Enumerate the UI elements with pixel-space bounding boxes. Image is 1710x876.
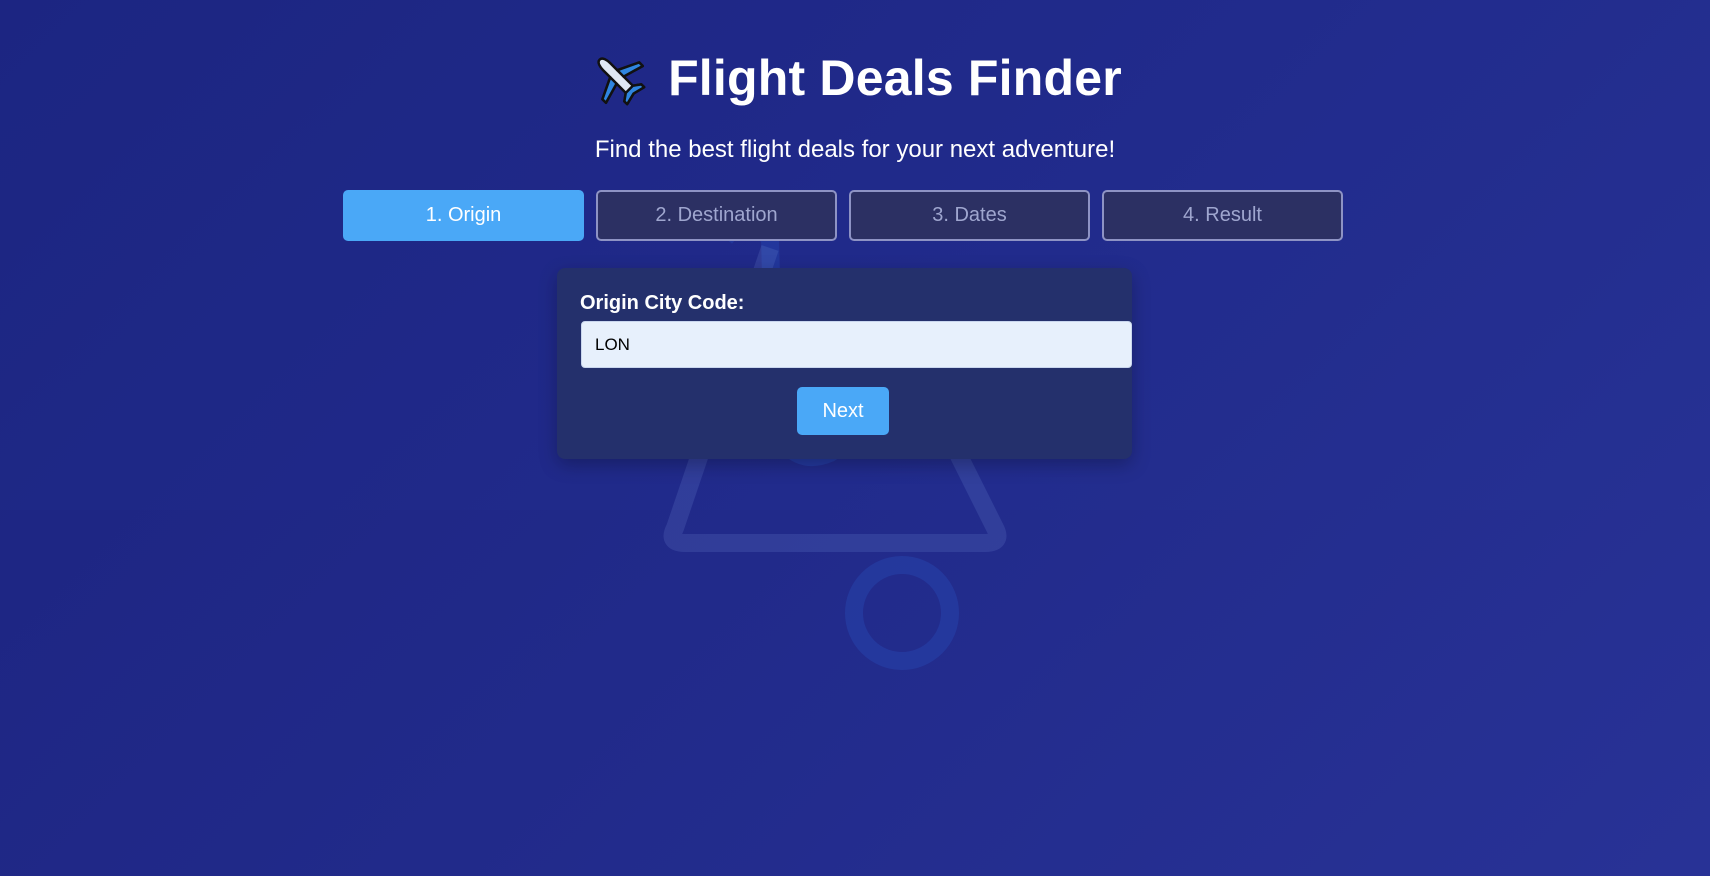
airplane-icon [597, 57, 646, 106]
tab-origin[interactable]: 1. Origin [343, 190, 584, 241]
next-button[interactable]: Next [797, 387, 889, 435]
tab-destination[interactable]: 2. Destination [596, 190, 837, 241]
step-tabs: 1. Origin 2. Destination 3. Dates 4. Res… [343, 190, 1343, 241]
origin-city-input[interactable] [581, 321, 1132, 368]
page-title: Flight Deals Finder [668, 50, 1122, 106]
page-header: Flight Deals Finder [0, 48, 1710, 108]
tab-dates[interactable]: 3. Dates [849, 190, 1090, 241]
tab-result[interactable]: 4. Result [1102, 190, 1343, 241]
page-subtitle: Find the best flight deals for your next… [594, 136, 1116, 163]
origin-form-card: Origin City Code: Next [557, 268, 1132, 459]
origin-field-label: Origin City Code: [580, 292, 745, 314]
